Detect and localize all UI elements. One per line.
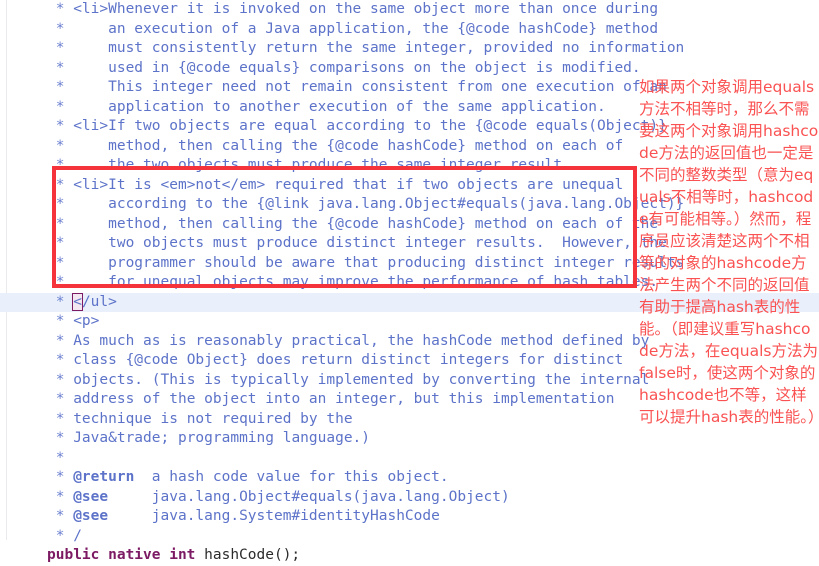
comment-asterisk: * bbox=[47, 98, 74, 115]
code-line-text: java.lang.System#identityHashCode bbox=[108, 508, 440, 524]
code-line-text: application to another execution of the … bbox=[73, 98, 606, 115]
code-line-text: method, then calling the {@code hashCode… bbox=[73, 137, 624, 154]
code-line-text: Java&trade; programming language.) bbox=[73, 430, 371, 446]
code-line-text: <li>Whenever it is invoked on the same o… bbox=[73, 1, 659, 17]
comment-asterisk: * bbox=[47, 79, 74, 95]
code-line[interactable]: * Java&trade; programming language.) bbox=[0, 429, 819, 449]
code-line-text: class {@code Object} does return distinc… bbox=[73, 352, 624, 368]
comment-asterisk: * bbox=[47, 59, 74, 76]
code-line-text: This integer need not remain consistent … bbox=[73, 79, 667, 95]
code-line-text: a hash code value for this object. bbox=[134, 469, 449, 485]
code-line[interactable]: * / bbox=[0, 527, 819, 547]
comment-asterisk: * bbox=[47, 40, 74, 56]
code-line-text: for unequal objects may improve the perf… bbox=[73, 274, 659, 290]
comment-asterisk: * bbox=[47, 469, 74, 485]
code-line-text: <li>It is <em>not</em> required that if … bbox=[73, 176, 624, 193]
code-line[interactable]: * must consistently return the same inte… bbox=[0, 39, 819, 59]
code-line-text: programmer should be aware that producin… bbox=[73, 254, 685, 271]
code-line-text: <li>If two objects are equal according t… bbox=[73, 118, 667, 134]
javadoc-tag-see: @see bbox=[73, 508, 109, 524]
comment-asterisk: * bbox=[47, 410, 74, 427]
comment-asterisk: * bbox=[47, 488, 74, 505]
code-line-text: address of the object into an integer, b… bbox=[73, 391, 615, 407]
code-line-text: / bbox=[73, 527, 82, 544]
code-line-text: method, then calling the {@code hashCode… bbox=[73, 215, 659, 232]
code-line-text: an execution of a Java application, the … bbox=[73, 20, 659, 37]
comment-asterisk: * bbox=[47, 254, 74, 271]
code-line-text: must consistently return the same intege… bbox=[73, 40, 685, 56]
comment-asterisk: * bbox=[47, 235, 74, 251]
code-line-text: <p> bbox=[73, 313, 100, 329]
comment-asterisk: * bbox=[47, 20, 74, 37]
comment-asterisk: * bbox=[47, 391, 74, 407]
code-line-text: the two objects must produce the same in… bbox=[73, 157, 571, 173]
comment-asterisk: * bbox=[47, 157, 74, 173]
code-line-text: used in {@code equals} comparisons on th… bbox=[73, 59, 641, 76]
comment-asterisk: * bbox=[47, 352, 74, 368]
code-line-text: technique is not required by the bbox=[73, 410, 353, 427]
code-line-text: two objects must produce distinct intege… bbox=[73, 235, 667, 251]
method-modifiers: public native int bbox=[47, 547, 196, 563]
code-line-text: according to the {@link java.lang.Object… bbox=[73, 196, 685, 212]
bracket-match-icon: < bbox=[72, 292, 83, 311]
comment-asterisk: * bbox=[47, 1, 74, 17]
javadoc-tag-see: @see bbox=[73, 488, 109, 505]
method-name: hashCode(); bbox=[195, 547, 301, 563]
comment-asterisk: * bbox=[47, 332, 74, 349]
chinese-annotation-note: 如果两个对象调用equals方法不相等时，那么不需要这两个对象调用hashcod… bbox=[639, 78, 819, 426]
code-line-text: As much as is reasonably practical, the … bbox=[73, 332, 650, 349]
comment-asterisk: * bbox=[47, 274, 74, 290]
comment-asterisk: * bbox=[47, 137, 74, 154]
comment-asterisk: * bbox=[47, 118, 74, 134]
code-line[interactable]: * an execution of a Java application, th… bbox=[0, 20, 819, 40]
comment-asterisk: * bbox=[47, 293, 74, 310]
comment-asterisk: * bbox=[47, 449, 74, 466]
code-line-text: /ul> bbox=[81, 293, 117, 310]
comment-asterisk: * bbox=[47, 371, 74, 388]
code-line[interactable]: * @return a hash code value for this obj… bbox=[0, 468, 819, 488]
comment-asterisk: * bbox=[47, 196, 74, 212]
code-line-text: objects. (This is typically implemented … bbox=[73, 371, 650, 388]
code-line-signature[interactable]: public native int hashCode(); bbox=[0, 546, 819, 566]
code-editor[interactable]: * <li>Whenever it is invoked on the same… bbox=[0, 0, 819, 563]
comment-asterisk: * bbox=[47, 176, 74, 193]
comment-asterisk: * bbox=[47, 430, 74, 446]
comment-asterisk: * bbox=[47, 527, 74, 544]
comment-asterisk: * bbox=[47, 313, 74, 329]
javadoc-tag-return: @return bbox=[73, 469, 135, 485]
code-line[interactable]: * @see java.lang.Object#equals(java.lang… bbox=[0, 488, 819, 508]
comment-asterisk: * bbox=[47, 508, 74, 524]
code-line[interactable]: * <li>Whenever it is invoked on the same… bbox=[0, 0, 819, 20]
code-line-text: java.lang.Object#equals(java.lang.Object… bbox=[108, 488, 510, 505]
code-line[interactable]: * @see java.lang.System#identityHashCode bbox=[0, 507, 819, 527]
code-line[interactable]: * bbox=[0, 449, 819, 469]
comment-asterisk: * bbox=[47, 215, 74, 232]
